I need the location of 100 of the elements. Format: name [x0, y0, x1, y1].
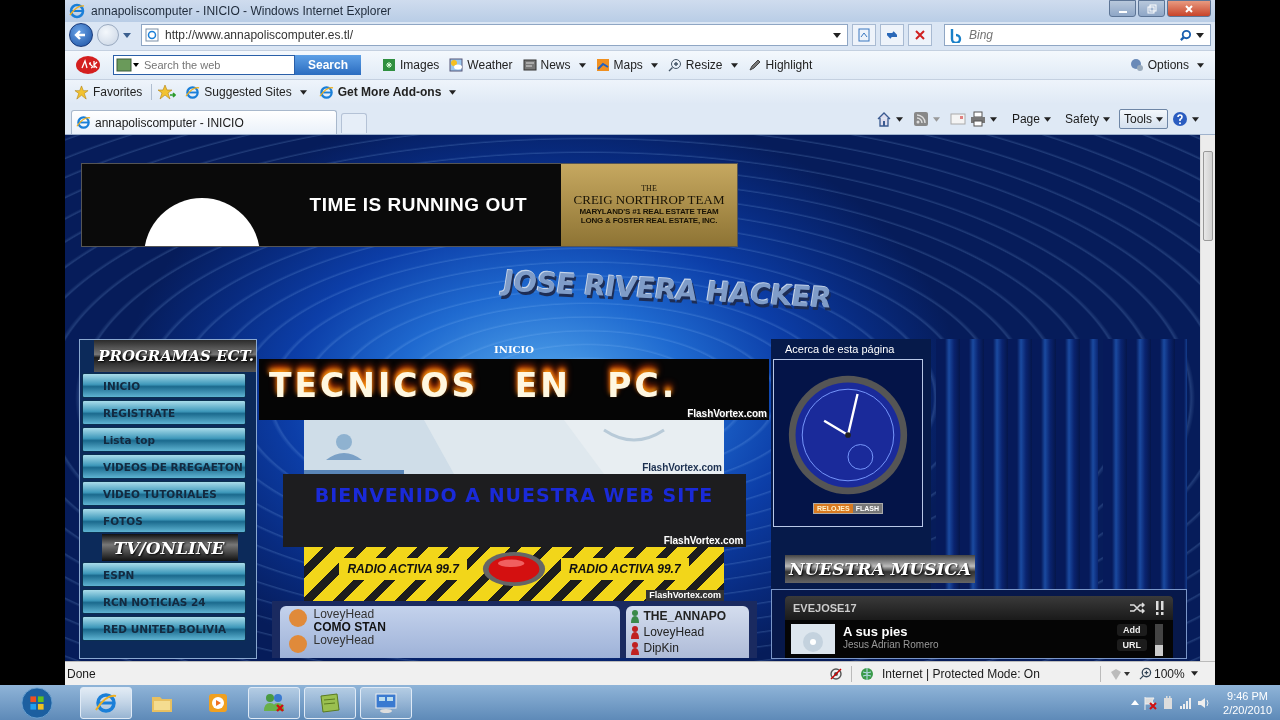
toolbar-button[interactable]: Resize	[664, 54, 741, 76]
volume-slider[interactable]	[1155, 624, 1163, 656]
caret-icon[interactable]	[989, 116, 997, 122]
chat-user[interactable]: LoveyHead	[643, 625, 705, 639]
feeds-icon[interactable]	[912, 111, 929, 127]
banner-title: TECNICOS EN PC.	[269, 366, 678, 405]
browser-logo-icon	[185, 84, 201, 100]
computer-icon	[374, 690, 398, 715]
command-button[interactable]: Page	[1006, 109, 1056, 129]
options-button[interactable]: Options	[1126, 54, 1207, 76]
browser-logo-icon	[94, 690, 118, 715]
page-icon	[145, 28, 159, 42]
add-button[interactable]: Add	[1116, 624, 1147, 636]
zoom-button[interactable]: 100%	[1139, 666, 1205, 681]
shuffle-icon[interactable]	[1129, 602, 1145, 614]
banner-credit: FlashVortex.com	[642, 462, 722, 474]
taskbar-app[interactable]	[248, 686, 300, 719]
advertisement-banner[interactable]: TIME IS RUNNING OUT THE CREIG NORTHROP TEAM MARYLAND'S #1 REAL ESTATE TEAM LONG & FOSTER REAL ESTATE, INC.	[81, 163, 738, 247]
caret-icon[interactable]	[1192, 116, 1199, 122]
toolbar-button[interactable]: Weather	[446, 54, 516, 76]
print-icon[interactable]	[969, 111, 986, 127]
url-button[interactable]: URL	[1116, 639, 1147, 651]
command-button[interactable]: Tools	[1119, 109, 1168, 129]
history-caret-icon[interactable]	[123, 32, 131, 38]
toolbar-button[interactable]: Images	[379, 54, 443, 76]
web-search-input[interactable]: Search the web	[144, 59, 292, 71]
weather-icon	[449, 58, 464, 72]
search-button[interactable]: Search	[295, 55, 361, 75]
caret-icon[interactable]	[895, 116, 903, 122]
command-button[interactable]: Safety	[1059, 109, 1115, 129]
chat-username: LoveyHead	[313, 608, 376, 621]
taskbar-app[interactable]	[80, 686, 132, 719]
home-icon[interactable]	[875, 111, 892, 127]
avatar-icon	[287, 634, 308, 654]
mail-icon[interactable]	[949, 113, 966, 125]
close-button[interactable]	[1167, 0, 1211, 17]
music-heading: NUESTRA MUSICA	[785, 555, 976, 583]
sidebar-heading: PROGRAMAS ECT.	[94, 340, 256, 372]
sidebar-heading: TV/ONLINE	[102, 534, 238, 561]
scrollbar[interactable]	[1200, 135, 1215, 661]
caret-icon	[1197, 62, 1204, 68]
address-field[interactable]: http://www.annapoliscomputer.es.tl/	[141, 24, 848, 46]
favorites-bar-item[interactable]: Get More Add-ons	[315, 81, 460, 103]
web-search-field[interactable]: Search the web	[113, 55, 295, 75]
back-button[interactable]	[69, 23, 93, 47]
close-icon	[1184, 3, 1194, 14]
song-title: A sus pies	[843, 624, 909, 639]
close-icon	[913, 28, 927, 42]
search-scope-icon[interactable]	[116, 58, 140, 72]
refresh-button[interactable]	[880, 24, 904, 46]
caret-icon[interactable]	[833, 32, 841, 38]
caret-icon[interactable]	[1196, 32, 1204, 38]
play-button-icon[interactable]	[481, 549, 547, 588]
start-button[interactable]	[20, 685, 54, 720]
taskbar-app[interactable]	[304, 686, 356, 719]
toolbar-button[interactable]: Maps	[592, 54, 661, 76]
ask-logo-icon[interactable]	[75, 55, 101, 75]
page-icon	[857, 28, 871, 42]
toolbar-button[interactable]: Highlight	[744, 54, 816, 76]
minimize-button[interactable]	[1109, 0, 1136, 17]
chat-user[interactable]: DipKin	[643, 641, 679, 655]
browser-logo-icon	[69, 3, 85, 19]
chat-username: LoveyHead	[313, 634, 375, 647]
browser-tab[interactable]: annapoliscomputer - INICIO	[71, 110, 337, 134]
favorites-bar-item[interactable]: Suggested Sites	[182, 81, 310, 103]
window-title: annapoliscomputer - INICIO - Windows Internet Explorer	[91, 4, 392, 18]
image-icon	[382, 58, 396, 72]
help-icon[interactable]	[1172, 111, 1188, 127]
alert-icon[interactable]	[1155, 601, 1165, 615]
pen-icon	[747, 58, 762, 72]
chat-user[interactable]: THE_ANNAPO	[643, 609, 727, 623]
panel-title: Acerca de esta página	[784, 342, 896, 357]
taskbar-app[interactable]	[360, 686, 412, 719]
restore-icon	[1146, 3, 1157, 14]
toolbar-button[interactable]: News	[519, 54, 589, 76]
playlist-owner: EVEJOSE17	[793, 602, 857, 614]
caret-icon	[1190, 671, 1198, 676]
banner-credit: FlashVortex.com	[687, 408, 767, 420]
privacy-icon[interactable]	[829, 666, 843, 681]
restore-button[interactable]	[1138, 0, 1165, 17]
signal-icon[interactable]	[1179, 695, 1194, 710]
notepad-icon	[318, 690, 342, 715]
newspaper-icon	[522, 58, 537, 72]
ad-brand: CREIG NORTHROP TEAM	[573, 193, 725, 208]
song-artist: Jesus Adrian Romero	[843, 639, 940, 650]
map-icon	[595, 58, 610, 72]
show-hidden-icons-icon[interactable]	[1131, 700, 1140, 705]
favorites-button[interactable]: Favorites	[71, 81, 146, 103]
station-label: RADIO ACTIVA 99.7	[561, 557, 689, 580]
search-field[interactable]: Bing	[944, 24, 1211, 46]
ad-company: LONG & FOSTER REAL ESTATE, INC.	[580, 216, 718, 226]
speaker-icon[interactable]	[1197, 695, 1212, 710]
flag-icon[interactable]	[1143, 695, 1158, 710]
security-zone[interactable]: Internet | Protected Mode: On	[882, 666, 1092, 681]
stop-button[interactable]	[908, 24, 932, 46]
caret-icon	[1043, 116, 1051, 122]
zoom-icon	[1139, 667, 1152, 680]
search-icon[interactable]	[1179, 28, 1192, 42]
protection-icon[interactable]	[1109, 666, 1131, 681]
search-input[interactable]: Bing	[969, 28, 1175, 42]
